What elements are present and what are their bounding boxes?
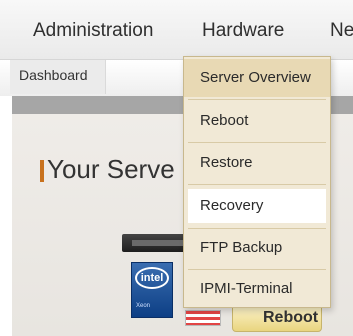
menu-item-server-overview[interactable]: Server Overview <box>184 59 330 97</box>
intel-logo: intel <box>135 267 169 289</box>
reboot-button-label: Reboot <box>263 309 319 326</box>
menu-item-label: Reboot <box>200 112 249 129</box>
top-navigation: Administration Hardware Ne <box>0 0 353 60</box>
menu-item-label: IPMI-Terminal <box>200 280 293 297</box>
nav-administration[interactable]: Administration <box>33 20 153 42</box>
heading-accent-bar <box>40 160 44 182</box>
nav-hardware[interactable]: Hardware <box>202 20 284 42</box>
reboot-button[interactable]: Reboot <box>232 304 322 332</box>
menu-item-label: FTP Backup <box>200 239 283 256</box>
menu-item-restore[interactable]: Restore <box>184 144 330 182</box>
menu-item-label: Server Overview <box>200 69 311 86</box>
intel-xeon-badge: intel Xeon <box>131 262 173 318</box>
menu-item-ftp-backup[interactable]: FTP Backup <box>184 229 330 267</box>
tab-dashboard-label: Dashboard <box>19 67 88 83</box>
menu-separator <box>188 184 326 185</box>
hardware-dropdown-menu: Server Overview Reboot Restore Recovery … <box>183 56 331 308</box>
page-heading: Your Serve <box>47 154 175 184</box>
menu-item-reboot[interactable]: Reboot <box>184 102 330 140</box>
menu-separator <box>188 142 326 143</box>
menu-item-label: Recovery <box>200 197 264 214</box>
menu-item-ipmi-terminal[interactable]: IPMI-Terminal <box>184 270 330 308</box>
nav-network[interactable]: Ne <box>330 20 353 42</box>
menu-item-recovery[interactable]: Recovery <box>188 189 326 223</box>
menu-item-label: Restore <box>200 154 253 171</box>
xeon-label: Xeon <box>136 303 151 309</box>
menu-separator <box>188 99 326 100</box>
flag-icon <box>185 310 221 326</box>
